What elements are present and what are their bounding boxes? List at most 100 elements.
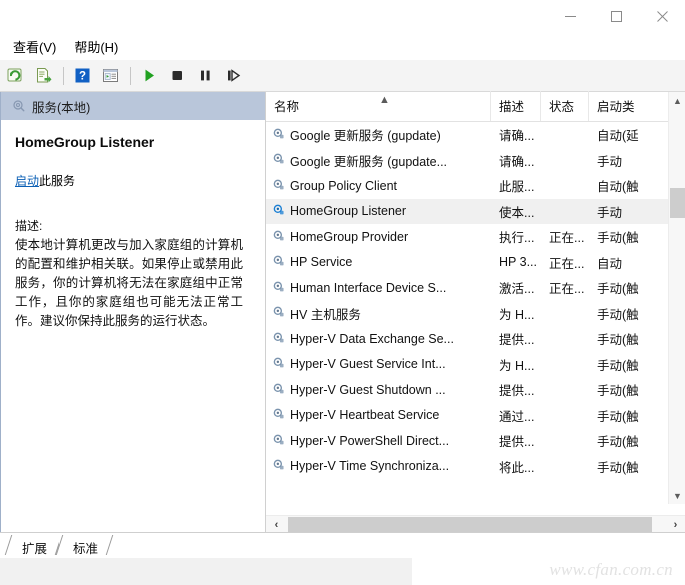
cell-description: 为 H...	[499, 307, 535, 322]
close-button[interactable]	[639, 0, 685, 32]
table-row[interactable]: Human Interface Device S... 激活... 正在... 手动(…	[266, 275, 685, 301]
description-text: 使本地计算机更改与加入家庭组的计算机的配置和维护相关联。如果停止或禁用此服务，你…	[15, 238, 243, 328]
start-service-link-suffix: 此服务	[39, 174, 76, 188]
cell-service-name: Human Interface Device S...	[266, 280, 491, 296]
column-header-name[interactable]: 名称 ▲	[266, 91, 491, 121]
cell-service-name: HomeGroup Provider	[266, 229, 491, 245]
cell-status: 正在...	[549, 231, 585, 246]
watermark-text: www.cfan.com.cn	[549, 560, 673, 579]
restart-service-icon[interactable]	[220, 63, 246, 89]
table-row[interactable]: Google 更新服务 (gupdate... 请确... 手动	[266, 148, 685, 174]
window-controls	[547, 0, 685, 32]
cell-startup-type: 手动(触	[597, 231, 639, 246]
table-row[interactable]: Hyper-V Data Exchange Se... 提供... 手动(触	[266, 326, 685, 352]
title-bar	[0, 0, 685, 32]
table-row[interactable]: Hyper-V Time Synchroniza... 将此... 手动(触	[266, 454, 685, 480]
table-row[interactable]: HomeGroup Listener 使本... 手动	[266, 198, 685, 224]
table-row[interactable]: Hyper-V Guest Shutdown ... 提供... 手动(触	[266, 377, 685, 403]
column-header-description[interactable]: 描述	[491, 91, 541, 121]
service-name-label: Google 更新服务 (gupdate)	[290, 129, 441, 144]
table-row[interactable]: HV 主机服务 为 H... 手动(触	[266, 301, 685, 327]
scroll-right-icon[interactable]: ›	[667, 516, 684, 533]
toolbar-separator	[130, 66, 131, 85]
view-tabs: 扩展 标准	[0, 532, 685, 558]
horizontal-scrollbar[interactable]: ‹ ›	[266, 515, 685, 532]
service-gear-icon	[272, 254, 285, 270]
minimize-button[interactable]	[547, 0, 593, 32]
cell-description: 提供...	[499, 333, 535, 348]
left-detail-pane: 服务(本地) HomeGroup Listener 启动此服务 描述: 使本地计…	[0, 92, 265, 532]
services-list-rows: Google 更新服务 (gupdate) 请确... 自动(延 Google 更新服…	[266, 122, 685, 504]
tab-standard[interactable]: 标准	[59, 533, 111, 558]
maximize-button[interactable]	[593, 0, 639, 32]
service-name-label: Group Policy Client	[290, 178, 397, 193]
cell-description: 将此...	[499, 460, 535, 475]
service-gear-icon	[272, 356, 285, 372]
service-name-label: Hyper-V PowerShell Direct...	[290, 433, 450, 448]
start-service-link[interactable]: 启动	[15, 174, 39, 188]
table-row[interactable]: HP Service HP 3... 正在... 自动	[266, 250, 685, 276]
menu-item-view[interactable]: 查看(V)	[4, 33, 65, 60]
service-name-label: Google 更新服务 (gupdate...	[290, 154, 448, 169]
properties-icon[interactable]	[97, 63, 123, 89]
column-header-startup-type[interactable]: 启动类	[589, 91, 667, 121]
pause-service-icon[interactable]	[192, 63, 218, 89]
cell-service-name: Hyper-V PowerShell Direct...	[266, 433, 491, 449]
tab-extended[interactable]: 扩展	[8, 533, 60, 558]
table-row[interactable]: HomeGroup Provider 执行... 正在... 手动(触	[266, 224, 685, 250]
list-header-row: 名称 ▲ 描述 状态 启动类	[266, 91, 685, 122]
svg-text:?: ?	[78, 71, 85, 83]
service-name-label: Hyper-V Heartbeat Service	[290, 408, 440, 423]
service-name-label: HP Service	[290, 255, 353, 270]
cell-service-name: Google 更新服务 (gupdate...	[266, 151, 491, 170]
cell-description: HP 3...	[499, 255, 537, 270]
description-label: 描述:	[15, 219, 43, 233]
export-list-icon[interactable]	[30, 63, 56, 89]
horizontal-scroll-thumb[interactable]	[288, 517, 652, 532]
service-name-label: HV 主机服务	[290, 307, 361, 322]
cell-service-name: Hyper-V Heartbeat Service	[266, 407, 491, 423]
help-icon[interactable]: ?	[69, 63, 95, 89]
left-pane-body: HomeGroup Listener 启动此服务 描述: 使本地计算机更改与加入…	[1, 120, 265, 532]
column-header-status[interactable]: 状态	[541, 91, 589, 121]
start-service-icon[interactable]	[136, 63, 162, 89]
cell-startup-type: 手动(触	[597, 384, 639, 399]
menu-item-help[interactable]: 帮助(H)	[65, 33, 127, 60]
cell-startup-type: 自动	[597, 256, 623, 271]
cell-startup-type: 手动(触	[597, 358, 639, 373]
service-gear-icon	[272, 407, 285, 423]
scroll-up-icon[interactable]: ▲	[669, 92, 685, 109]
vertical-scroll-thumb[interactable]	[670, 188, 685, 218]
table-row[interactable]: Group Policy Client 此服... 自动(触	[266, 173, 685, 199]
column-header-name-label: 名称	[274, 100, 300, 114]
stop-service-icon[interactable]	[164, 63, 190, 89]
table-row[interactable]: Hyper-V Heartbeat Service 通过... 手动(触	[266, 403, 685, 429]
service-gear-icon	[272, 127, 285, 143]
service-gear-icon	[272, 305, 285, 321]
table-row[interactable]: Google 更新服务 (gupdate) 请确... 自动(延	[266, 122, 685, 148]
cell-description: 提供...	[499, 435, 535, 450]
sort-ascending-icon: ▲	[379, 94, 390, 106]
service-name-label: Hyper-V Guest Service Int...	[290, 357, 446, 372]
cell-service-name: HP Service	[266, 254, 491, 270]
vertical-scrollbar[interactable]: ▲ ▼	[668, 92, 685, 504]
cell-startup-type: 手动	[597, 205, 623, 220]
cell-service-name: Group Policy Client	[266, 178, 491, 194]
service-name-label: Hyper-V Guest Shutdown ...	[290, 382, 446, 397]
table-row[interactable]: Hyper-V Guest Service Int... 为 H... 手动(触	[266, 352, 685, 378]
scroll-left-icon[interactable]: ‹	[268, 516, 285, 533]
cell-startup-type: 手动(触	[597, 307, 639, 322]
gear-icon	[11, 98, 25, 115]
left-pane-header: 服务(本地)	[1, 92, 265, 120]
toolbar: ?	[0, 60, 685, 92]
refresh-icon[interactable]	[2, 63, 28, 89]
footer-area: www.cfan.com.cn	[0, 558, 685, 585]
cell-status: 正在...	[549, 282, 585, 297]
services-list-pane: 名称 ▲ 描述 状态 启动类 Google 更新服务 (gupdate) 请确..…	[265, 91, 685, 532]
service-gear-icon	[272, 382, 285, 398]
cell-service-name: Google 更新服务 (gupdate)	[266, 125, 491, 144]
content-area: 服务(本地) HomeGroup Listener 启动此服务 描述: 使本地计…	[0, 91, 685, 532]
cell-service-name: HV 主机服务	[266, 304, 491, 323]
table-row[interactable]: Hyper-V PowerShell Direct... 提供... 手动(触	[266, 428, 685, 454]
scroll-down-icon[interactable]: ▼	[669, 487, 685, 504]
